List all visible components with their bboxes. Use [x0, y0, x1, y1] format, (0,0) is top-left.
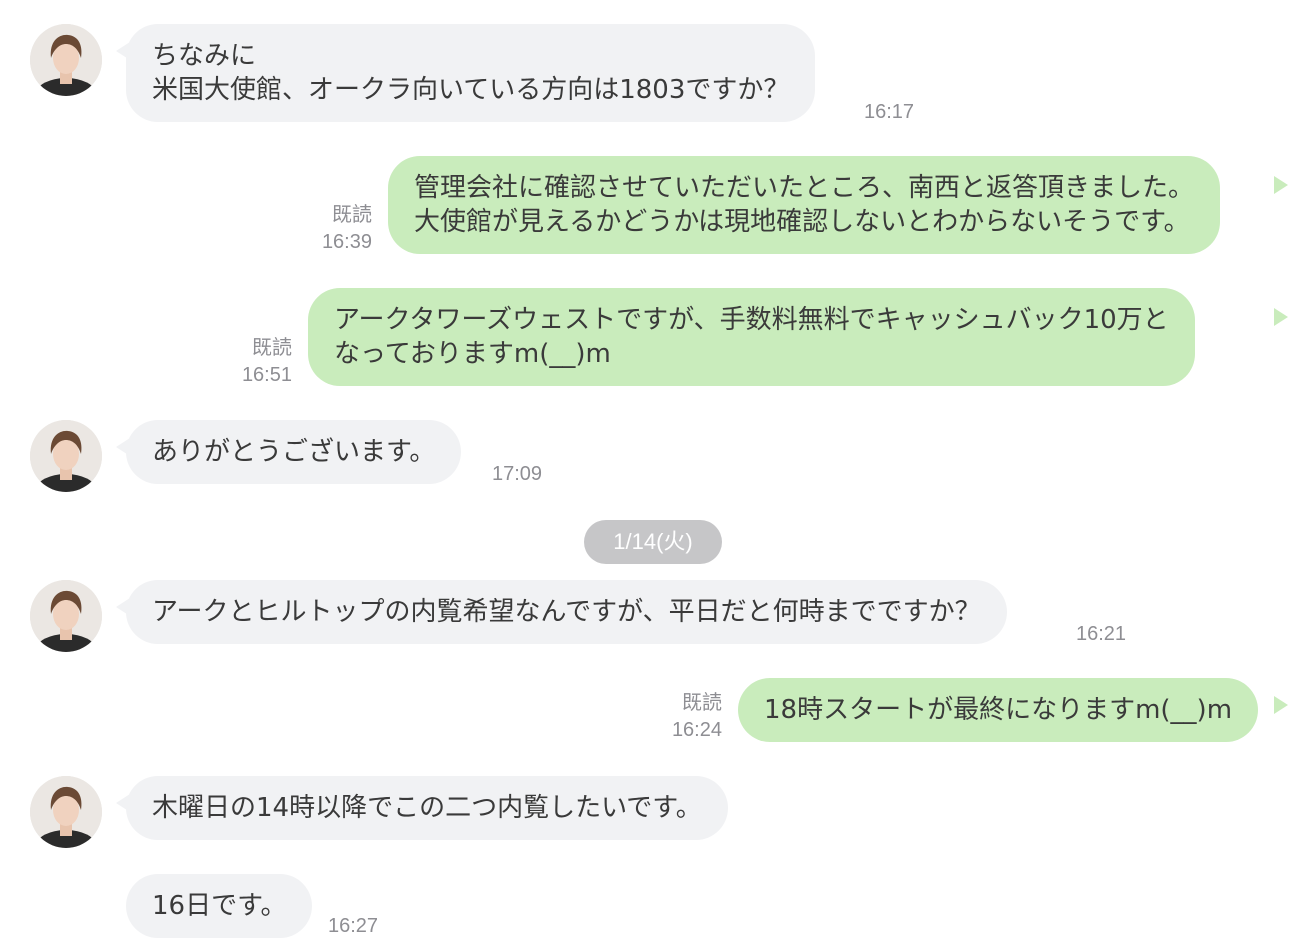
read-status: 既読 16:39 — [300, 202, 372, 256]
read-receipt: 既読 — [332, 204, 372, 226]
message-bubble-incoming[interactable]: ありがとうございます。 — [126, 420, 462, 484]
date-separator: 1/14(火) — [584, 520, 722, 564]
message-line: なっておりますm(__)m — [334, 339, 611, 369]
message-time: 17:09 — [492, 463, 543, 485]
message-line: 木曜日の14時以降でこの二つ内覧したいです。 — [152, 793, 702, 823]
avatar-image — [30, 420, 102, 492]
message-time: 16:21 — [1076, 623, 1127, 645]
message-line: 18時スタートが最終になりますm(__)m — [764, 695, 1233, 725]
message-line: アークとヒルトップの内覧希望なんですが、平日だと何時までですか？ — [152, 597, 981, 627]
message-bubble-incoming[interactable]: 木曜日の14時以降でこの二つ内覧したいです。 — [126, 776, 728, 840]
read-receipt: 既読 — [682, 692, 722, 714]
message-line: 16日です。 — [152, 891, 287, 921]
sender-avatar[interactable] — [30, 580, 102, 652]
message-time: 16:39 — [321, 231, 372, 253]
message-line: アークタワーズウェストですが、手数料無料でキャッシュバック10万と — [334, 305, 1169, 335]
sender-avatar[interactable] — [30, 24, 102, 96]
message-bubble-outgoing[interactable]: アークタワーズウェストですが、手数料無料でキャッシュバック10万と なっておりま… — [308, 288, 1195, 386]
message-bubble-incoming[interactable]: 16日です。 — [126, 874, 313, 938]
message-time: 16:27 — [328, 915, 379, 937]
avatar-image — [30, 24, 102, 96]
message-bubble-outgoing[interactable]: 管理会社に確認させていただいたところ、南西と返答頂きました。 大使館が見えるかど… — [388, 156, 1221, 254]
avatar-image — [30, 580, 102, 652]
avatar-image — [30, 776, 102, 848]
message-time: 16:24 — [671, 719, 722, 741]
message-line: 管理会社に確認させていただいたところ、南西と返答頂きました。 — [414, 173, 1195, 203]
message-line: ありがとうございます。 — [152, 437, 436, 467]
message-bubble-incoming[interactable]: ちなみに 米国大使館、オークラ向いている方向は1803ですか？ — [126, 24, 816, 122]
sender-avatar[interactable] — [30, 420, 102, 492]
bubble-tail — [1274, 308, 1288, 326]
message-line: ちなみに — [152, 41, 257, 71]
read-status: 既読 16:24 — [650, 690, 722, 744]
message-bubble-outgoing[interactable]: 18時スタートが最終になりますm(__)m — [738, 678, 1259, 742]
message-line: 米国大使館、オークラ向いている方向は1803ですか？ — [152, 75, 790, 105]
read-receipt: 既読 — [252, 337, 292, 359]
bubble-tail — [1274, 696, 1288, 714]
message-time: 16:17 — [864, 101, 915, 123]
sender-avatar[interactable] — [30, 776, 102, 848]
bubble-tail — [1274, 176, 1288, 194]
message-line: 大使館が見えるかどうかは現地確認しないとわからないそうです。 — [414, 207, 1190, 237]
message-time: 16:51 — [241, 364, 292, 386]
read-status: 既読 16:51 — [220, 335, 292, 389]
message-bubble-incoming[interactable]: アークとヒルトップの内覧希望なんですが、平日だと何時までですか？ — [126, 580, 1007, 644]
